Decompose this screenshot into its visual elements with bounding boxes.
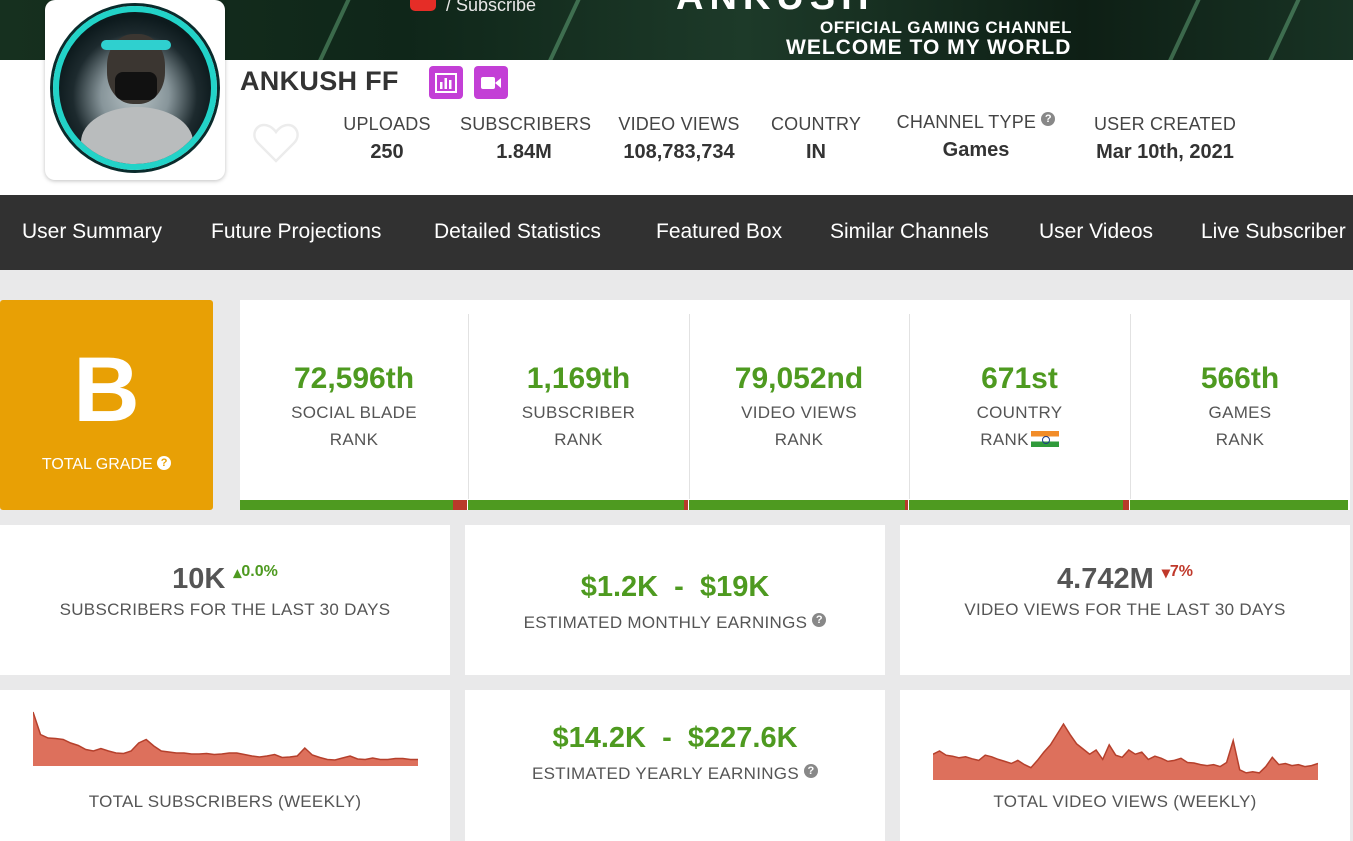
tab-future-projections[interactable]: Future Projections <box>211 220 381 244</box>
india-flag-icon <box>1030 431 1059 447</box>
help-icon[interactable]: ? <box>812 613 827 627</box>
banner-logo-text: ANKUSH <box>676 0 875 19</box>
rank-social-blade: 72,596th SOCIAL BLADE RANK <box>240 314 468 510</box>
rank-progress-bar <box>1130 500 1348 510</box>
subscribers-weekly-sparkline <box>33 711 418 766</box>
rank-label: RANK <box>329 430 379 449</box>
yearly-earnings-card: $14.2K - $227.6K ESTIMATED YEARLY EARNIN… <box>465 690 885 841</box>
rank-value: 79,052nd <box>734 362 864 395</box>
subscribers-30-days-card: 10K ▴0.0% SUBSCRIBERS FOR THE LAST 30 DA… <box>0 525 450 675</box>
rank-label: COUNTRY <box>976 403 1063 422</box>
views-30-days-caption: VIDEO VIEWS FOR THE LAST 30 DAYS <box>964 600 1286 619</box>
avatar <box>53 6 217 170</box>
tab-user-summary[interactable]: User Summary <box>22 220 162 244</box>
yearly-earnings-caption: ESTIMATED YEARLY EARNINGS <box>531 764 799 783</box>
banner-welcome: WELCOME TO MY WORLD <box>786 36 1072 59</box>
rank-progress-bar <box>909 500 1129 510</box>
grade-letter: B <box>73 339 140 441</box>
stat-uploads: UPLOADS 250 <box>343 114 431 164</box>
rank-value: 1,169th <box>526 362 631 395</box>
rank-progress-bar <box>689 500 908 510</box>
monthly-earnings-value: $1.2K - $19K <box>580 571 770 603</box>
subscribers-30-days-delta: 0.0% <box>241 563 278 580</box>
avatar-frame <box>45 0 225 180</box>
section-nav: User Summary Future Projections Detailed… <box>0 195 1353 270</box>
tab-user-videos[interactable]: User Videos <box>1039 220 1153 244</box>
statistics-chart-icon[interactable] <box>429 66 463 99</box>
rank-panel: 72,596th SOCIAL BLADE RANK 1,169th SUBSC… <box>240 300 1350 510</box>
views-weekly-card: TOTAL VIDEO VIEWS (WEEKLY) <box>900 690 1350 841</box>
yearly-earnings-value: $14.2K - $227.6K <box>552 722 798 754</box>
tab-featured-box[interactable]: Featured Box <box>656 220 782 244</box>
views-weekly-caption: TOTAL VIDEO VIEWS (WEEKLY) <box>993 792 1257 811</box>
favorite-heart-icon[interactable] <box>252 122 300 169</box>
rank-label: SOCIAL BLADE <box>291 403 417 422</box>
stat-label: COUNTRY <box>770 114 862 134</box>
stat-label: CHANNEL TYPE <box>896 112 1037 132</box>
rank-games: 566th GAMES RANK <box>1130 314 1350 510</box>
stat-label: VIDEO VIEWS <box>618 114 740 134</box>
stat-label: UPLOADS <box>343 114 431 134</box>
subscribers-weekly-card: TOTAL SUBSCRIBERS (WEEKLY) <box>0 690 450 841</box>
delta-down-icon: ▾ <box>1161 565 1170 582</box>
rank-progress-bar <box>240 500 467 510</box>
banner-tagline: OFFICIAL GAMING CHANNEL <box>820 18 1073 37</box>
rank-label: RANK <box>554 430 603 449</box>
views-30-days-value: 4.742M <box>1057 563 1154 595</box>
tab-live-subscriber[interactable]: Live Subscriber <box>1201 220 1346 244</box>
subscribers-30-days-value: 10K <box>172 563 226 595</box>
stat-value: 108,783,734 <box>623 141 735 163</box>
youtube-logo-icon <box>410 0 436 11</box>
monthly-earnings-caption: ESTIMATED MONTHLY EARNINGS <box>523 613 808 632</box>
views-30-days-card: 4.742M ▾7% VIDEO VIEWS FOR THE LAST 30 D… <box>900 525 1350 675</box>
rank-label: VIDEO VIEWS <box>741 403 857 422</box>
grade-caption: TOTAL GRADE <box>41 456 153 473</box>
rank-label: GAMES <box>1208 403 1272 422</box>
rank-label: RANK <box>1215 430 1265 449</box>
stat-user-created: USER CREATED Mar 10th, 2021 <box>1088 114 1242 164</box>
stat-subscribers: SUBSCRIBERS 1.84M <box>460 114 592 164</box>
help-icon[interactable]: ? <box>157 456 172 470</box>
stat-value: 1.84M <box>496 141 552 163</box>
views-weekly-sparkline <box>933 722 1318 780</box>
stat-value: IN <box>806 141 826 163</box>
rank-subscriber: 1,169th SUBSCRIBER RANK <box>468 314 689 510</box>
rank-value: 566th <box>1200 362 1280 395</box>
rank-value: 72,596th <box>293 362 415 395</box>
help-icon[interactable]: ? <box>804 764 818 778</box>
stat-label: USER CREATED <box>1093 114 1237 134</box>
subscribers-weekly-caption: TOTAL SUBSCRIBERS (WEEKLY) <box>88 792 362 811</box>
tab-similar-channels[interactable]: Similar Channels <box>830 220 989 244</box>
video-camera-icon[interactable] <box>474 66 508 99</box>
rank-value: 671st <box>981 362 1058 395</box>
subscribers-sparkline-area <box>33 712 418 766</box>
views-30-days-delta: 7% <box>1169 563 1193 580</box>
stat-label: SUBSCRIBERS <box>460 114 592 134</box>
rank-label: RANK <box>980 430 1029 449</box>
stat-value: Mar 10th, 2021 <box>1096 141 1234 163</box>
stat-value: Games <box>942 139 1010 161</box>
help-icon[interactable]: ? <box>1041 112 1056 126</box>
stat-value: 250 <box>370 141 404 163</box>
rank-progress-bar <box>468 500 688 510</box>
stat-video-views: VIDEO VIEWS 108,783,734 <box>616 114 742 164</box>
total-grade-card: B TOTAL GRADE ? <box>0 300 213 510</box>
stat-channel-type: CHANNEL TYPE ? Games <box>889 112 1063 162</box>
monthly-earnings-card: $1.2K - $19K ESTIMATED MONTHLY EARNINGS … <box>465 525 885 675</box>
rank-label: RANK <box>774 430 824 449</box>
rank-video-views: 79,052nd VIDEO VIEWS RANK <box>689 314 909 510</box>
stat-country: COUNTRY IN <box>770 114 862 164</box>
channel-name: ANKUSH FF <box>240 66 399 96</box>
rank-label: SUBSCRIBER <box>521 403 636 422</box>
tab-detailed-statistics[interactable]: Detailed Statistics <box>434 220 601 244</box>
subscribers-30-days-caption: SUBSCRIBERS FOR THE LAST 30 DAYS <box>59 600 391 619</box>
rank-country: 671st COUNTRY RANK <box>909 314 1130 510</box>
banner-subscribe-text: / Subscribe <box>446 0 537 15</box>
